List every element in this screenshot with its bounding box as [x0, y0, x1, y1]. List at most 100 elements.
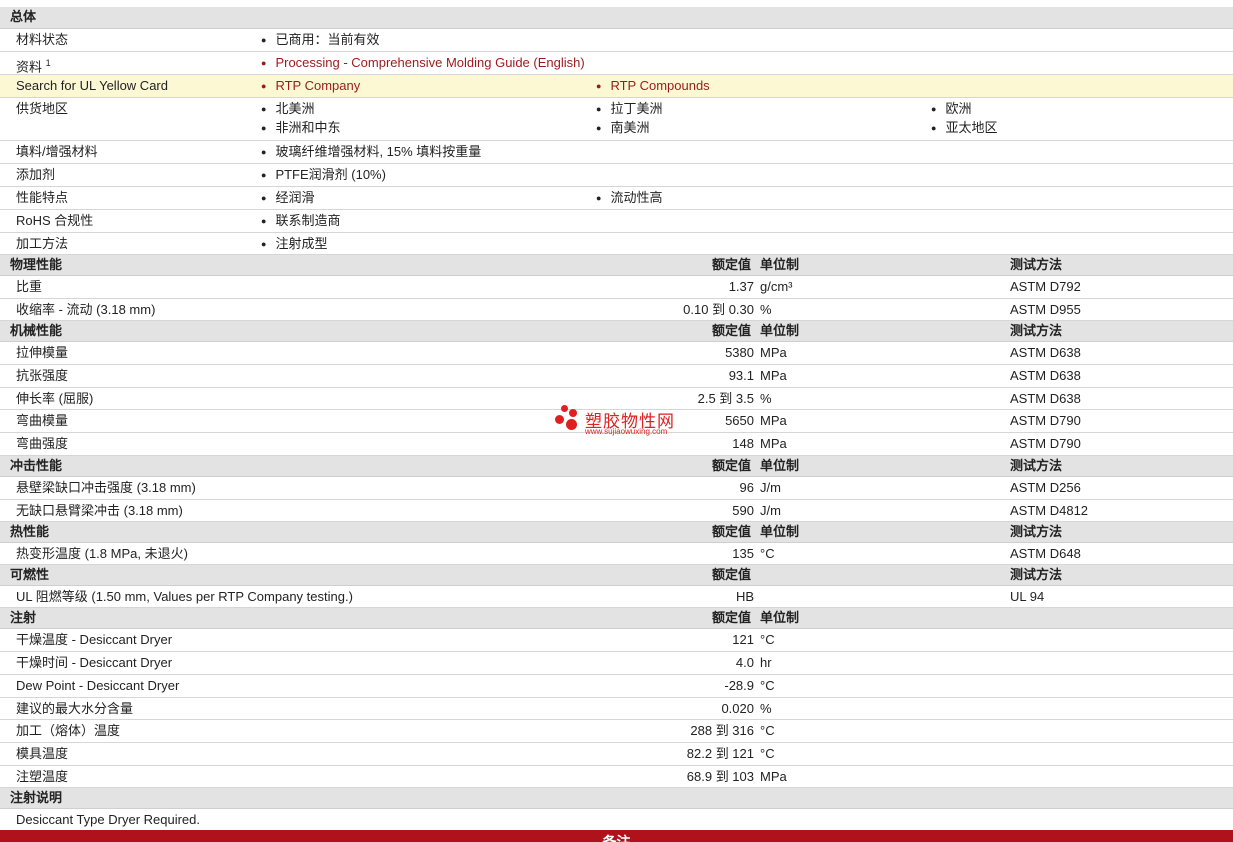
section-title: 热性能	[10, 524, 50, 539]
table-row: 干燥温度 - Desiccant Dryer 121 °C	[0, 629, 1233, 652]
rtp-compounds-link[interactable]: RTP Compounds	[596, 75, 709, 98]
row-label: 材料状态	[16, 32, 69, 47]
property-value: 1.37	[728, 279, 754, 294]
row-regions: 供货地区 北美洲 拉丁美洲 欧洲 非洲和中东 南美洲 亚太地区	[0, 98, 1233, 141]
table-row: 悬壁梁缺口冲击强度 (3.18 mm) 96 J/m ASTM D256	[0, 477, 1233, 500]
property-method: ASTM D790	[1010, 436, 1081, 451]
notes-row: Desiccant Type Dryer Required.	[0, 809, 1233, 830]
property-value: 121	[732, 632, 754, 647]
col-header-unit: 单位制	[760, 610, 800, 625]
logo-dot	[561, 405, 568, 412]
col-header-nominal: 额定值	[712, 323, 752, 338]
feature-item: 经润滑	[261, 187, 314, 210]
col-header-unit: 单位制	[760, 257, 800, 272]
property-method: ASTM D638	[1010, 368, 1081, 383]
section-title: 机械性能	[10, 323, 63, 338]
section-title: 可燃性	[10, 567, 50, 582]
section-notes-header: 注射说明	[0, 788, 1233, 809]
rtp-company-link[interactable]: RTP Company	[261, 75, 360, 98]
row-label: 性能特点	[16, 190, 69, 205]
property-unit: MPa	[760, 368, 787, 383]
col-header-nominal: 额定值	[712, 257, 752, 272]
row-rohs: RoHS 合规性 联系制造商	[0, 210, 1233, 233]
table-row: 抗张强度 93.1 MPa ASTM D638	[0, 365, 1233, 388]
property-value: 590	[732, 503, 754, 518]
row-processing-method: 加工方法 注射成型	[0, 233, 1233, 255]
property-unit: J/m	[760, 480, 781, 495]
property-method: ASTM D790	[1010, 413, 1081, 428]
remarks-bar: 备注	[0, 830, 1233, 842]
row-label: 供货地区	[16, 101, 69, 116]
section-mechanical-header: 机械性能 额定值 单位制 测试方法	[0, 321, 1233, 342]
row-ul-yellow-card: Search for UL Yellow Card RTP Company RT…	[0, 75, 1233, 98]
top-border	[0, 0, 1233, 7]
property-unit: MPa	[760, 436, 787, 451]
table-row: Dew Point - Desiccant Dryer -28.9 °C	[0, 675, 1233, 698]
row-value: 玻璃纤维增强材料, 15% 填料按重量	[261, 141, 481, 164]
col-header-method: 测试方法	[1010, 458, 1063, 473]
property-method: ASTM D256	[1010, 480, 1081, 495]
col-header-nominal: 额定值	[712, 458, 752, 473]
row-value: 已商用：当前有效	[261, 29, 379, 52]
col-header-unit: 单位制	[760, 323, 800, 338]
section-injection-header: 注射 额定值 单位制	[0, 608, 1233, 629]
table-row: 加工（熔体）温度 288 到 316 °C	[0, 720, 1233, 743]
property-value: 5380	[725, 345, 754, 360]
property-value: HB	[735, 589, 754, 604]
property-method: ASTM D638	[1010, 345, 1081, 360]
property-unit: %	[760, 302, 772, 317]
table-row: 比重 1.37 g/cm³ ASTM D792	[0, 276, 1233, 299]
col-header-unit: 单位制	[760, 458, 800, 473]
row-value: 注射成型	[261, 233, 327, 256]
processing-guide-link[interactable]: Processing - Comprehensive Molding Guide…	[261, 52, 584, 75]
remarks-label: 备注	[602, 834, 631, 842]
logo-dot	[566, 419, 577, 430]
feature-item: 流动性高	[596, 187, 662, 210]
property-value: 93.1	[728, 368, 754, 383]
row-filler: 填料/增强材料 玻璃纤维增强材料, 15% 填料按重量	[0, 141, 1233, 164]
property-method: UL 94	[1010, 589, 1045, 604]
table-row: 模具温度 82.2 到 121 °C	[0, 743, 1233, 766]
region-item: 南美洲	[596, 117, 649, 140]
section-title: 注射	[10, 610, 37, 625]
row-literature: 资料 1 Processing - Comprehensive Molding …	[0, 52, 1233, 75]
section-title: 注射说明	[10, 790, 63, 805]
table-row: 热变形温度 (1.8 MPa, 未退火) 135 °C ASTM D648	[0, 543, 1233, 565]
property-method: ASTM D638	[1010, 391, 1081, 406]
row-label: Search for UL Yellow Card	[16, 78, 168, 93]
property-value: 96	[739, 480, 754, 495]
table-row: 收缩率 - 流动 (3.18 mm) 0.10 到 0.30 % ASTM D9…	[0, 299, 1233, 321]
property-unit: g/cm³	[760, 279, 793, 294]
table-row: 拉伸模量 5380 MPa ASTM D638	[0, 342, 1233, 365]
property-unit: MPa	[760, 413, 787, 428]
property-unit: °C	[760, 746, 775, 761]
row-label: 填料/增强材料	[16, 144, 98, 159]
table-row: 建议的最大水分含量 0.020 %	[0, 698, 1233, 720]
col-header-method: 测试方法	[1010, 524, 1063, 539]
property-method: ASTM D792	[1010, 279, 1081, 294]
watermark-url: www.sujiaowuxing.com	[585, 427, 668, 436]
property-method: ASTM D955	[1010, 302, 1081, 317]
property-value: -28.9	[724, 678, 754, 693]
row-value: PTFE润滑剂 (10%)	[261, 164, 386, 187]
section-title: 总体	[10, 9, 37, 24]
row-label: 加工方法	[16, 236, 69, 251]
property-method: ASTM D4812	[1010, 503, 1089, 518]
property-unit: °C	[760, 546, 775, 561]
footnote-marker: 1	[45, 58, 51, 68]
col-header-method: 测试方法	[1010, 567, 1063, 582]
row-features: 性能特点 经润滑 流动性高	[0, 187, 1233, 210]
property-value: 135	[732, 546, 754, 561]
region-item: 亚太地区	[931, 117, 997, 140]
property-unit: MPa	[760, 345, 787, 360]
property-unit: %	[760, 391, 772, 406]
section-flammability-header: 可燃性 额定值 测试方法	[0, 565, 1233, 586]
row-additive: 添加剂 PTFE润滑剂 (10%)	[0, 164, 1233, 187]
section-general-header: 总体	[0, 7, 1233, 29]
col-header-nominal: 额定值	[712, 524, 752, 539]
section-impact-header: 冲击性能 额定值 单位制 测试方法	[0, 456, 1233, 477]
col-header-unit: 单位制	[760, 524, 800, 539]
property-unit: °C	[760, 632, 775, 647]
row-label: RoHS 合规性	[16, 213, 94, 228]
col-header-nominal: 额定值	[712, 567, 752, 582]
